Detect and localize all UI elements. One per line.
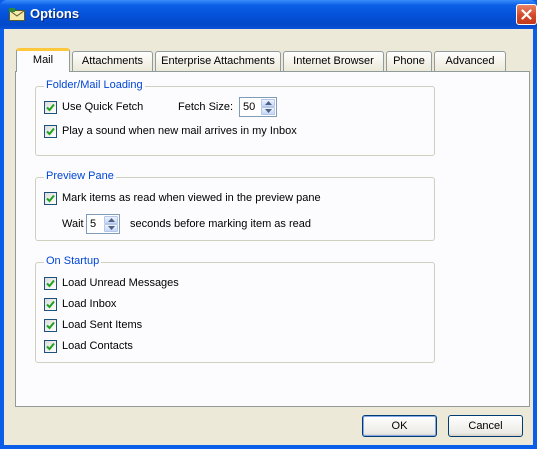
- wait-seconds-up-button[interactable]: [104, 216, 118, 224]
- chevron-down-icon: [265, 109, 272, 113]
- folder-mail-loading-group: Folder/Mail Loading Use Quick Fetch Fetc…: [35, 79, 435, 156]
- mail-tab-panel: Folder/Mail Loading Use Quick Fetch Fetc…: [15, 71, 530, 407]
- check-icon: [46, 321, 55, 330]
- fetch-size-value: 50: [243, 101, 256, 113]
- fetch-size-spin-buttons: [261, 99, 275, 115]
- mark-read-label: Mark items as read when viewed in the pr…: [62, 192, 321, 204]
- load-contacts-label: Load Contacts: [62, 340, 133, 352]
- ok-button[interactable]: OK: [362, 415, 437, 437]
- load-sent-items-label: Load Sent Items: [62, 319, 143, 331]
- tab-attachments[interactable]: Attachments: [72, 51, 153, 71]
- load-unread-label: Load Unread Messages: [62, 277, 179, 289]
- tab-advanced[interactable]: Advanced: [434, 51, 506, 71]
- check-icon: [46, 103, 55, 112]
- check-icon: [46, 194, 55, 203]
- window-title: Options: [30, 6, 80, 21]
- group-legend: Preview Pane: [44, 170, 116, 182]
- title-bar[interactable]: Options: [0, 0, 537, 29]
- close-icon: [521, 9, 532, 20]
- fetch-size-down-button[interactable]: [261, 107, 275, 115]
- cancel-button[interactable]: Cancel: [448, 415, 523, 437]
- load-inbox-checkbox[interactable]: [44, 298, 57, 311]
- tab-mail[interactable]: Mail: [16, 48, 70, 72]
- wait-suffix-label: seconds before marking item as read: [130, 218, 311, 230]
- play-sound-checkbox[interactable]: [44, 125, 57, 138]
- envelope-icon: [9, 8, 25, 21]
- wait-seconds-spin-buttons: [104, 216, 118, 232]
- options-window: Options Mail Attachments Enterprise Atta…: [0, 0, 537, 449]
- check-icon: [46, 279, 55, 288]
- load-inbox-label: Load Inbox: [62, 298, 117, 310]
- on-startup-group: On Startup Load Unread Messages Load Inb…: [35, 255, 435, 363]
- check-icon: [46, 127, 55, 136]
- tab-enterprise-attachments[interactable]: Enterprise Attachments: [155, 51, 281, 71]
- group-legend: On Startup: [44, 255, 102, 267]
- chevron-up-icon: [108, 218, 115, 222]
- wait-prefix-label: Wait: [62, 218, 84, 230]
- close-button[interactable]: [516, 4, 537, 25]
- tab-internet-browser[interactable]: Internet Browser: [283, 51, 384, 71]
- quick-fetch-label: Use Quick Fetch: [62, 101, 144, 113]
- chevron-down-icon: [108, 226, 115, 230]
- tab-phone[interactable]: Phone: [386, 51, 432, 71]
- wait-seconds-stepper[interactable]: 5: [86, 214, 120, 234]
- quick-fetch-checkbox[interactable]: [44, 101, 57, 114]
- fetch-size-label: Fetch Size:: [178, 101, 234, 113]
- load-sent-items-checkbox[interactable]: [44, 319, 57, 332]
- check-icon: [46, 342, 55, 351]
- check-icon: [46, 300, 55, 309]
- dialog-client-area: Mail Attachments Enterprise Attachments …: [4, 29, 533, 445]
- mark-read-checkbox[interactable]: [44, 192, 57, 205]
- group-legend: Folder/Mail Loading: [44, 79, 145, 91]
- preview-pane-group: Preview Pane Mark items as read when vie…: [35, 170, 435, 241]
- load-unread-checkbox[interactable]: [44, 277, 57, 290]
- fetch-size-stepper[interactable]: 50: [239, 97, 277, 117]
- fetch-size-up-button[interactable]: [261, 99, 275, 107]
- wait-seconds-value: 5: [90, 218, 97, 230]
- chevron-up-icon: [265, 101, 272, 105]
- wait-seconds-down-button[interactable]: [104, 224, 118, 232]
- play-sound-label: Play a sound when new mail arrives in my…: [62, 125, 297, 137]
- load-contacts-checkbox[interactable]: [44, 340, 57, 353]
